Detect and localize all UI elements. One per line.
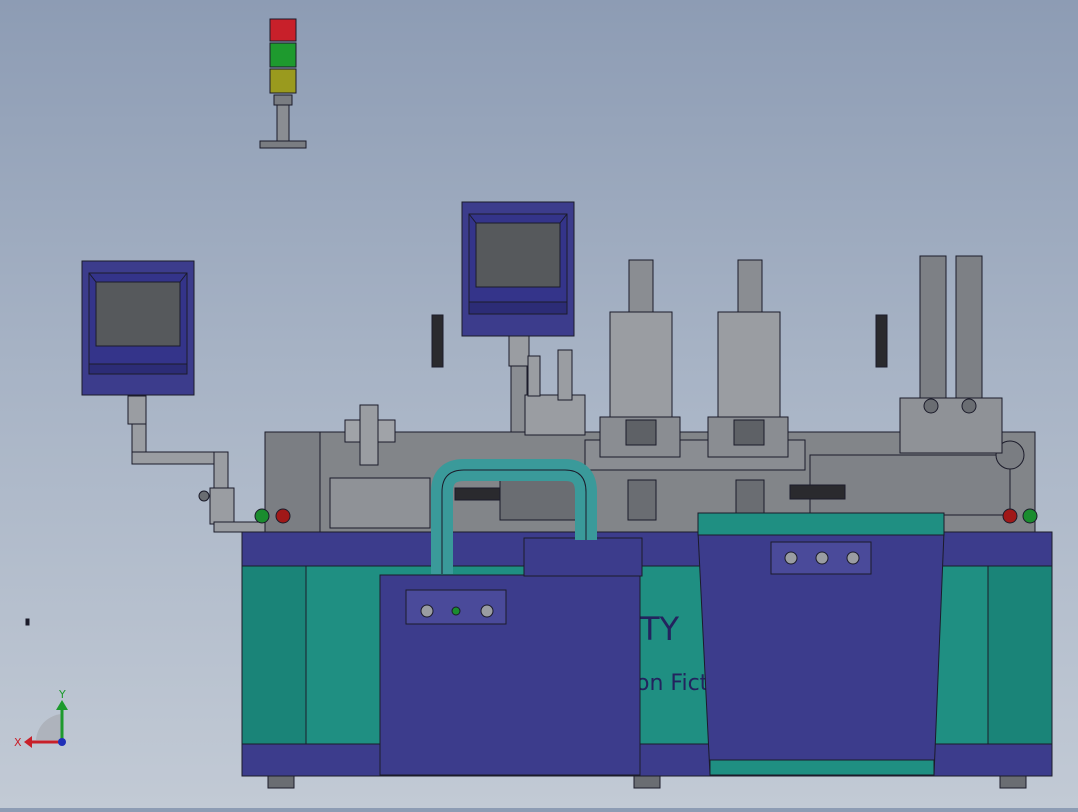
- deck-module-a: [329, 477, 431, 529]
- feeder-column-right: [955, 255, 983, 399]
- left-monitor-keys: [88, 363, 188, 375]
- tower-pole: [276, 104, 290, 142]
- deck-bracket-b: [524, 394, 586, 436]
- foot: [267, 775, 295, 789]
- control-indicator: [451, 606, 461, 616]
- left-monitor-screen: [95, 281, 181, 347]
- foot: [633, 775, 661, 789]
- cad-viewport[interactable]: TY on Fictio Y X: [0, 0, 1078, 808]
- green-lamp: [269, 42, 297, 68]
- control-box-right-lid: [697, 512, 945, 536]
- press-2-cylinder: [737, 259, 763, 313]
- control-knob[interactable]: [815, 551, 829, 565]
- press-1-cylinder: [628, 259, 654, 313]
- y-axis-arrowhead: [56, 700, 68, 710]
- press-1-block: [625, 419, 657, 446]
- reference-triad[interactable]: Y X: [14, 688, 68, 749]
- cad-model-canvas[interactable]: TY on Fictio Y X: [0, 0, 1078, 808]
- side-text-top: TY: [639, 610, 680, 648]
- red-lamp: [269, 18, 297, 42]
- left-arm-joint: [209, 487, 235, 525]
- x-axis-arrowhead: [24, 736, 32, 748]
- center-column-top: [508, 335, 530, 367]
- stop-button-left[interactable]: [275, 508, 291, 524]
- left-monitor[interactable]: [81, 260, 195, 396]
- deck-post-b: [557, 349, 573, 401]
- tower-neck: [273, 94, 293, 106]
- control-box-right[interactable]: [697, 512, 945, 776]
- deck-handle-left[interactable]: [454, 487, 501, 501]
- door-handle-left[interactable]: [431, 314, 444, 368]
- deck-post-a: [359, 404, 379, 466]
- start-button-left[interactable]: [254, 508, 270, 524]
- left-arm-post: [127, 395, 147, 425]
- y-axis-label: Y: [58, 688, 66, 701]
- left-monitor-arm[interactable]: [127, 395, 275, 533]
- tower-base: [259, 140, 307, 149]
- x-axis-label: X: [14, 736, 22, 749]
- feeder-column-left: [919, 255, 947, 399]
- start-button-right[interactable]: [1022, 508, 1038, 524]
- stop-button-right[interactable]: [1002, 508, 1018, 524]
- deck-module-b: [499, 479, 581, 521]
- signal-tower[interactable]: [259, 18, 307, 149]
- control-box-right-plinth: [709, 759, 935, 776]
- origin-marker: [25, 618, 30, 626]
- center-monitor-screen: [475, 222, 561, 288]
- left-arm-knob: [198, 490, 210, 502]
- control-box-left-top: [523, 537, 643, 577]
- control-knob[interactable]: [480, 604, 494, 618]
- door-handle-right[interactable]: [875, 314, 888, 368]
- left-arm-drop: [213, 451, 229, 493]
- control-knob[interactable]: [784, 551, 798, 565]
- feeder-base: [899, 397, 1003, 454]
- press-2-block: [733, 419, 765, 446]
- press-2-body: [717, 311, 781, 418]
- feeder-unit[interactable]: [899, 255, 1003, 454]
- feeder-roller: [961, 398, 977, 414]
- control-knob[interactable]: [846, 551, 860, 565]
- control-knob[interactable]: [420, 604, 434, 618]
- deck-handle-right[interactable]: [789, 484, 846, 500]
- triad-plane: [36, 714, 62, 740]
- center-monitor[interactable]: [461, 201, 575, 337]
- yellow-lamp: [269, 68, 297, 94]
- deck-post-c: [527, 355, 541, 397]
- deck-left-block: [264, 431, 321, 533]
- foot: [999, 775, 1027, 789]
- z-axis-dot: [58, 738, 66, 746]
- press-1-body: [609, 311, 673, 418]
- feeder-roller: [923, 398, 939, 414]
- center-monitor-keys: [468, 301, 568, 315]
- press-1-ram: [627, 479, 657, 521]
